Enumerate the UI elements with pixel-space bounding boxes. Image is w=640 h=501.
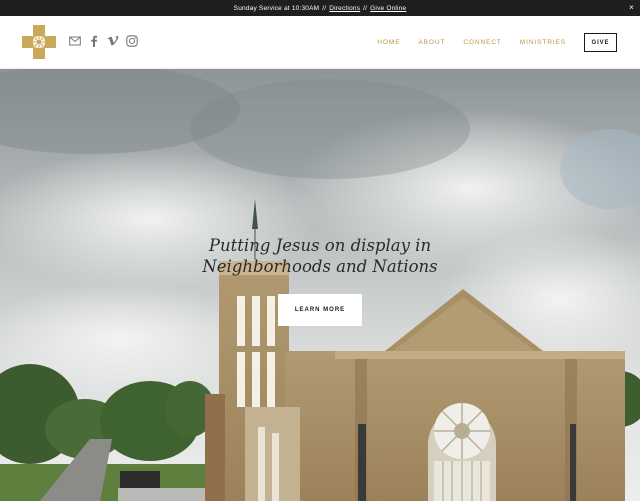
facebook-icon[interactable] xyxy=(88,35,100,47)
announcement-bar: Sunday Service at 10:30AM // Directions … xyxy=(0,0,640,16)
announcement-separator: // xyxy=(322,4,327,12)
email-icon[interactable] xyxy=(69,35,81,47)
main-nav: HOME ABOUT CONNECT MINISTRIES GIVE xyxy=(377,33,617,52)
hero-headline-line-2: Neighborhoods and Nations xyxy=(202,257,438,276)
announcement-text: Sunday Service at 10:30AM xyxy=(233,4,320,12)
directions-link[interactable]: Directions xyxy=(329,5,360,12)
instagram-icon[interactable] xyxy=(126,35,138,47)
church-logo[interactable] xyxy=(22,25,56,59)
vimeo-icon[interactable] xyxy=(107,35,119,47)
church-photo xyxy=(0,69,640,501)
hero-headline: Putting Jesus on display in Neighborhood… xyxy=(0,235,640,277)
hero-section: Putting Jesus on display in Neighborhood… xyxy=(0,69,640,501)
nav-ministries[interactable]: MINISTRIES xyxy=(520,39,566,46)
give-online-link[interactable]: Give Online xyxy=(370,5,406,12)
learn-more-button[interactable]: LEARN MORE xyxy=(278,294,362,326)
hero-headline-line-1: Putting Jesus on display in xyxy=(208,236,432,255)
social-links xyxy=(69,35,138,47)
nav-home[interactable]: HOME xyxy=(377,39,400,46)
nav-about[interactable]: ABOUT xyxy=(418,39,445,46)
nav-connect[interactable]: CONNECT xyxy=(463,39,501,46)
close-announcement-icon[interactable]: × xyxy=(629,0,634,16)
announcement-separator-2: // xyxy=(363,4,368,12)
site-header: HOME ABOUT CONNECT MINISTRIES GIVE xyxy=(0,16,640,69)
give-button[interactable]: GIVE xyxy=(584,33,617,52)
